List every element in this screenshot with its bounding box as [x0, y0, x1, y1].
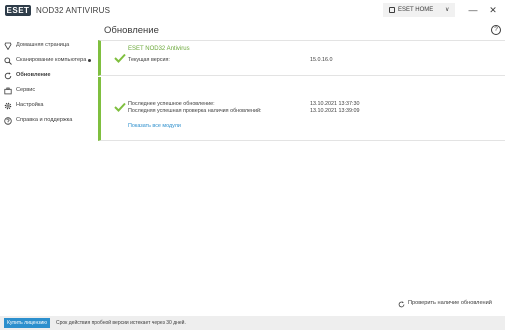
last-check-row: Последняя успешная проверка наличия обно… [128, 108, 359, 114]
eset-logo: ESET [5, 5, 31, 16]
version-row: Текущая версия: 15.0.16.0 [128, 57, 332, 63]
trial-status-text: Срок действия пробной версии истекает че… [56, 320, 186, 326]
title-bar: ESET NOD32 ANTIVIRUS ESET HOME ∨ — ✕ [0, 0, 505, 20]
sidebar-item-update[interactable]: Обновление [0, 68, 98, 83]
sidebar: Домашняя страница Сканирование компьютер… [0, 38, 98, 128]
help-icon [4, 117, 12, 125]
home-icon [389, 7, 395, 13]
version-label: Текущая версия: [128, 57, 170, 63]
check-updates-label: Проверить наличие обновлений [408, 300, 492, 306]
last-check-value: 13.10.2021 13:39:09 [310, 108, 360, 114]
last-update-row: Последнее успешное обновление: 13.10.202… [128, 101, 359, 107]
sidebar-item-label: Сервис [16, 87, 36, 93]
sidebar-item-help[interactable]: Справка и поддержка [0, 113, 98, 128]
page-title: Обновление [104, 25, 159, 36]
eset-home-button[interactable]: ESET HOME ∨ [383, 3, 455, 17]
last-update-label: Последнее успешное обновление: [128, 101, 215, 107]
footer-bar: Купить лицензию Срок действия пробной ве… [0, 316, 505, 330]
main-panel: Обновление ? ESET NOD32 Antivirus Текуща… [98, 20, 505, 316]
help-button[interactable]: ? [491, 25, 501, 35]
refresh-icon [4, 72, 12, 80]
update-status-card: Последнее успешное обновление: 13.10.202… [98, 77, 505, 141]
sidebar-item-home[interactable]: Домашняя страница [0, 38, 98, 53]
sidebar-item-label: Сканирование компьютера [16, 57, 87, 63]
sidebar-item-label: Настройка [16, 102, 44, 108]
product-name: NOD32 ANTIVIRUS [36, 6, 111, 15]
show-modules-link[interactable]: Показать все модули [128, 123, 181, 129]
checkmark-icon [114, 53, 126, 63]
chevron-down-icon: ∨ [445, 7, 450, 13]
minimize-button[interactable]: — [466, 3, 480, 17]
sidebar-item-scan[interactable]: Сканирование компьютера [0, 53, 98, 68]
sidebar-item-tools[interactable]: Сервис [0, 83, 98, 98]
scan-status-dot [88, 59, 91, 62]
checkmark-icon [114, 102, 126, 112]
close-button[interactable]: ✕ [486, 3, 500, 17]
briefcase-icon [4, 87, 12, 95]
sidebar-item-settings[interactable]: Настройка [0, 98, 98, 113]
shield-icon [4, 42, 12, 50]
sidebar-item-label: Справка и поддержка [16, 117, 73, 123]
refresh-icon [398, 301, 405, 308]
gear-icon [4, 102, 12, 110]
buy-license-button[interactable]: Купить лицензию [4, 318, 50, 328]
sidebar-item-label: Обновление [16, 72, 51, 78]
product-version-card: ESET NOD32 Antivirus Текущая версия: 15.… [98, 40, 505, 76]
product-title: ESET NOD32 Antivirus [128, 46, 190, 52]
last-update-value: 13.10.2021 13:37:30 [310, 101, 360, 107]
search-icon [4, 57, 12, 65]
eset-home-label: ESET HOME [398, 7, 434, 13]
sidebar-item-label: Домашняя страница [16, 42, 70, 48]
last-check-label: Последняя успешная проверка наличия обно… [128, 108, 262, 114]
version-value: 15.0.16.0 [310, 57, 333, 63]
